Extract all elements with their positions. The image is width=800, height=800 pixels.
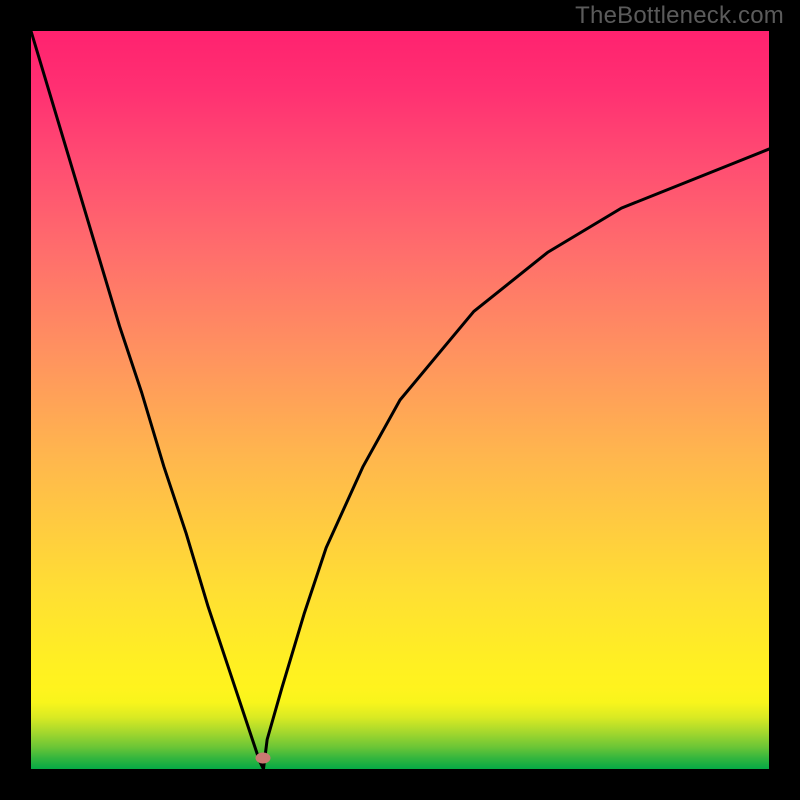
optimal-point-marker <box>256 752 271 763</box>
bottleneck-curve <box>31 31 769 769</box>
watermark-text: TheBottleneck.com <box>575 2 784 30</box>
plot-area <box>31 31 769 769</box>
chart-frame: TheBottleneck.com <box>0 0 800 800</box>
